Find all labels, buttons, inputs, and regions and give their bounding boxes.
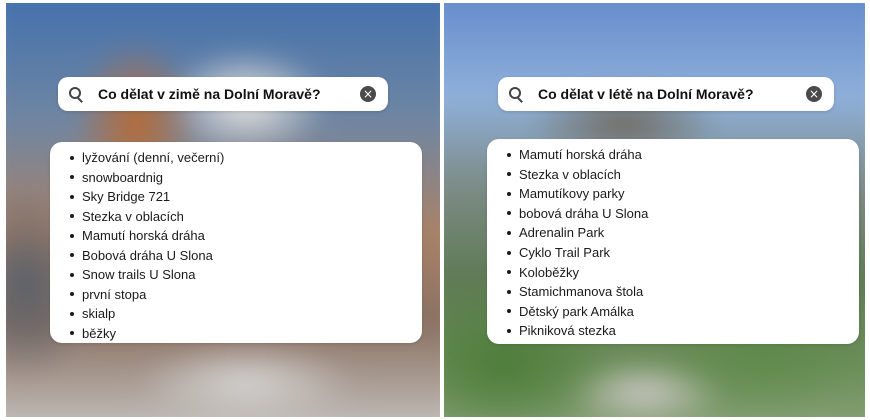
list-item[interactable]: Mamutí horská dráha bbox=[68, 226, 412, 246]
search-icon bbox=[508, 86, 524, 103]
list-item[interactable]: Adrenalin Park bbox=[505, 223, 849, 243]
list-item[interactable]: snowboardnig bbox=[68, 168, 412, 188]
list-item[interactable]: Bobová dráha U Slona bbox=[68, 246, 412, 266]
list-item[interactable]: Cyklo Trail Park bbox=[505, 243, 849, 263]
winter-panel: Co dělat v zimě na Dolní Moravě? × lyžov… bbox=[6, 3, 440, 417]
list-item[interactable]: Stamichmanova štola bbox=[505, 282, 849, 302]
summer-search-bar[interactable]: Co dělat v létě na Dolní Moravě? × bbox=[498, 77, 834, 111]
list-item[interactable]: běžky bbox=[68, 324, 412, 344]
list-item[interactable]: Mamutíkovy parky bbox=[505, 184, 849, 204]
list-item[interactable]: bobová dráha U Slona bbox=[505, 204, 849, 224]
summer-panel: Co dělat v létě na Dolní Moravě? × Mamut… bbox=[444, 3, 865, 417]
clear-icon[interactable]: × bbox=[360, 86, 376, 102]
winter-search-query[interactable]: Co dělat v zimě na Dolní Moravě? bbox=[98, 86, 360, 102]
list-item[interactable]: Sky Bridge 721 bbox=[68, 187, 412, 207]
search-icon bbox=[68, 86, 84, 103]
winter-results-list: lyžování (denní, večerní) snowboardnig S… bbox=[50, 142, 422, 343]
summer-results-list: Mamutí horská dráha Stezka v oblacích Ma… bbox=[487, 139, 859, 344]
list-item[interactable]: Stezka v oblacích bbox=[68, 207, 412, 227]
list-item[interactable]: první stopa bbox=[68, 285, 412, 305]
list-item[interactable]: Pikniková stezka bbox=[505, 321, 849, 341]
list-item[interactable]: Dětský park Amálka bbox=[505, 302, 849, 322]
list-item[interactable]: Koloběžky bbox=[505, 263, 849, 283]
list-item[interactable]: Mamutí horská dráha bbox=[505, 145, 849, 165]
summer-search-query[interactable]: Co dělat v létě na Dolní Moravě? bbox=[538, 86, 806, 102]
list-item[interactable]: skialp bbox=[68, 304, 412, 324]
winter-search-bar[interactable]: Co dělat v zimě na Dolní Moravě? × bbox=[58, 77, 388, 111]
list-item[interactable]: Stezka v oblacích bbox=[505, 165, 849, 185]
list-item[interactable]: Snow trails U Slona bbox=[68, 265, 412, 285]
clear-icon[interactable]: × bbox=[806, 86, 822, 102]
list-item[interactable]: lyžování (denní, večerní) bbox=[68, 148, 412, 168]
